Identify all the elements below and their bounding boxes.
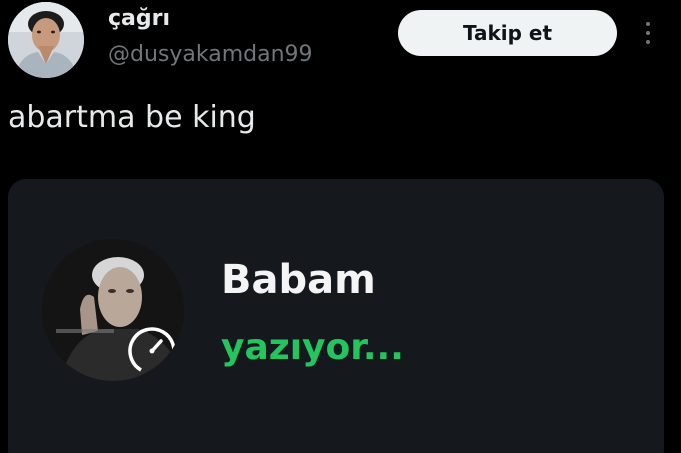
author-avatar-photo xyxy=(8,2,84,78)
contact-avatar xyxy=(42,239,184,381)
author-handle[interactable]: @dusyakamdan99 xyxy=(108,42,313,67)
contact-name: Babam xyxy=(221,257,376,303)
follow-button[interactable]: Takip et xyxy=(398,10,617,56)
more-options-button[interactable] xyxy=(634,18,662,48)
contact-avatar-photo xyxy=(42,239,184,381)
author-display-name[interactable]: çağrı xyxy=(108,6,170,31)
typing-status: yazıyor... xyxy=(221,327,404,368)
tweet-view: çağrı @dusyakamdan99 Takip et abartma be… xyxy=(0,0,681,453)
tweet-media-card[interactable]: Babam yazıyor... xyxy=(8,179,664,453)
more-vertical-icon xyxy=(646,22,650,44)
tweet-text: abartma be king xyxy=(8,100,256,135)
author-avatar[interactable] xyxy=(8,2,84,78)
